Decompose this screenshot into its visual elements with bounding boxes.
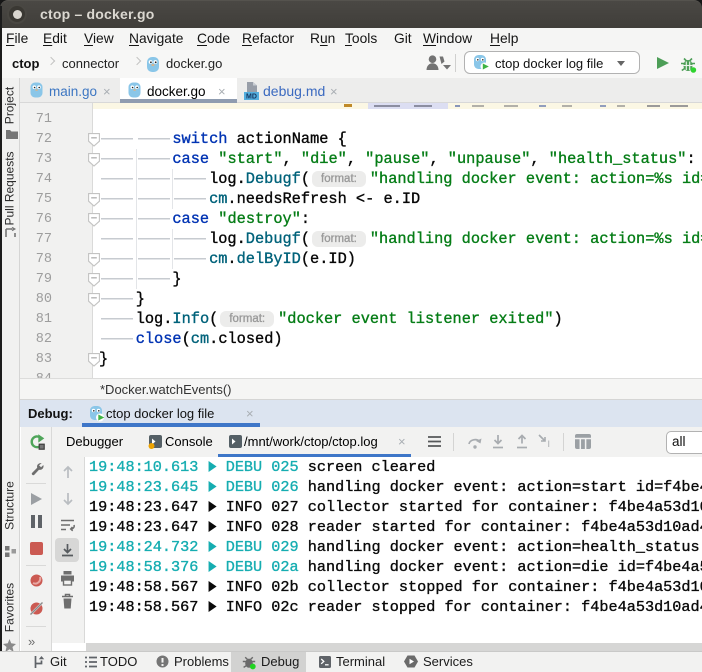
svg-text:MD: MD [246,94,257,101]
svg-text:I: I [548,439,551,449]
